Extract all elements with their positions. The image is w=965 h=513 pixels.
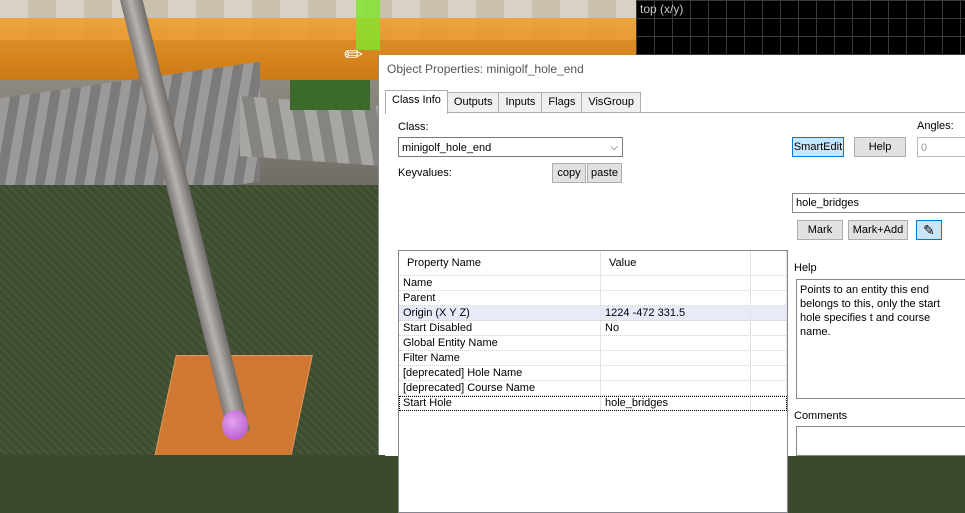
eyedropper-button[interactable]: ✎ bbox=[916, 220, 942, 240]
player-model bbox=[356, 0, 380, 50]
2d-viewport[interactable]: top (x/y) bbox=[636, 0, 965, 55]
row-spacer bbox=[751, 276, 787, 290]
tab-inputs[interactable]: Inputs bbox=[498, 92, 543, 112]
property-value-cell bbox=[601, 336, 751, 350]
keyvalues-header: Property Name Value bbox=[399, 251, 787, 276]
property-value-cell bbox=[601, 366, 751, 380]
eyedropper-icon: ✎ bbox=[923, 222, 935, 238]
angles-value: 0 bbox=[921, 142, 928, 154]
property-value-cell: No bbox=[601, 321, 751, 335]
keyvalues-label: Keyvalues: bbox=[398, 167, 452, 179]
class-label: Class: bbox=[398, 121, 429, 133]
keyvalue-row[interactable]: Origin (X Y Z) 1224 -472 331.5 bbox=[399, 306, 787, 321]
class-select[interactable]: minigolf_hole_end ⌵ bbox=[398, 137, 623, 157]
row-spacer bbox=[751, 396, 787, 410]
row-spacer bbox=[751, 306, 787, 320]
comments-field[interactable] bbox=[796, 426, 965, 456]
angles-input[interactable]: 0 bbox=[917, 137, 965, 157]
tab-flags[interactable]: Flags bbox=[541, 92, 583, 112]
property-name-cell: [deprecated] Course Name bbox=[399, 381, 601, 395]
property-name-cell: Parent bbox=[399, 291, 601, 305]
value-input[interactable]: hole_bridges bbox=[792, 193, 965, 213]
keyvalues-list[interactable]: Property Name Value Name Parent Origin (X … bbox=[398, 250, 788, 513]
keyvalue-row[interactable]: Global Entity Name bbox=[399, 336, 787, 351]
copy-button[interactable]: copy bbox=[552, 163, 586, 183]
keyvalues-rows: Name Parent Origin (X Y Z) 1224 -472 331.5 S… bbox=[399, 276, 787, 411]
property-name-cell: Name bbox=[399, 276, 601, 290]
property-name-cell: Start Disabled bbox=[399, 321, 601, 335]
row-spacer bbox=[751, 366, 787, 380]
keyvalue-row[interactable]: Filter Name bbox=[399, 351, 787, 366]
keyvalue-row[interactable]: Start Hole hole_bridges bbox=[399, 396, 787, 411]
tab-outputs[interactable]: Outputs bbox=[446, 92, 500, 112]
property-value-cell bbox=[601, 381, 751, 395]
mark-add-button[interactable]: Mark+Add bbox=[848, 220, 908, 240]
keyvalue-row[interactable]: Name bbox=[399, 276, 787, 291]
property-value-cell: hole_bridges bbox=[601, 396, 751, 410]
keyvalue-row[interactable]: Start Disabled No bbox=[399, 321, 787, 336]
keyvalue-row[interactable]: [deprecated] Course Name bbox=[399, 381, 787, 396]
help-button[interactable]: Help bbox=[854, 137, 906, 157]
row-spacer bbox=[751, 381, 787, 395]
property-name-cell: Start Hole bbox=[399, 396, 601, 410]
row-spacer bbox=[751, 321, 787, 335]
property-value-cell bbox=[601, 291, 751, 305]
property-value-cell bbox=[601, 276, 751, 290]
green-patch bbox=[290, 80, 370, 110]
golf-ball bbox=[222, 410, 248, 440]
paste-button[interactable]: paste bbox=[587, 163, 622, 183]
column-property-name[interactable]: Property Name bbox=[399, 251, 601, 275]
dialog-title: Object Properties: minigolf_hole_end bbox=[379, 55, 965, 83]
object-properties-dialog: Object Properties: minigolf_hole_end Cla… bbox=[378, 55, 965, 513]
property-name-cell: Origin (X Y Z) bbox=[399, 306, 601, 320]
tab-bar: Class Info Outputs Inputs Flags VisGroup bbox=[385, 90, 641, 114]
class-value: minigolf_hole_end bbox=[402, 142, 492, 154]
keyvalue-row[interactable]: Parent bbox=[399, 291, 787, 306]
viewport-label: top (x/y) bbox=[640, 2, 684, 16]
help-section-label: Help bbox=[794, 262, 817, 274]
property-name-cell: Global Entity Name bbox=[399, 336, 601, 350]
smartedit-button[interactable]: SmartEdit bbox=[792, 137, 844, 157]
column-value[interactable]: Value bbox=[601, 251, 751, 275]
property-value-cell: 1224 -472 331.5 bbox=[601, 306, 751, 320]
tab-visgroup[interactable]: VisGroup bbox=[581, 92, 641, 112]
comments-label: Comments bbox=[794, 410, 848, 422]
help-text-box: Points to an entity this end belongs to … bbox=[796, 279, 965, 399]
row-spacer bbox=[751, 336, 787, 350]
keyvalue-row[interactable]: [deprecated] Hole Name bbox=[399, 366, 787, 381]
chevron-down-icon: ⌵ bbox=[610, 142, 618, 153]
mark-button[interactable]: Mark bbox=[797, 220, 843, 240]
angles-label: Angles: bbox=[917, 120, 954, 132]
property-name-cell: Filter Name bbox=[399, 351, 601, 365]
row-spacer bbox=[751, 351, 787, 365]
column-spacer bbox=[751, 251, 787, 275]
class-info-panel: Class: minigolf_hole_end ⌵ Keyvalues: co… bbox=[385, 112, 965, 513]
tab-class-info[interactable]: Class Info bbox=[385, 90, 448, 114]
property-value-cell bbox=[601, 351, 751, 365]
row-spacer bbox=[751, 291, 787, 305]
property-name-cell: [deprecated] Hole Name bbox=[399, 366, 601, 380]
